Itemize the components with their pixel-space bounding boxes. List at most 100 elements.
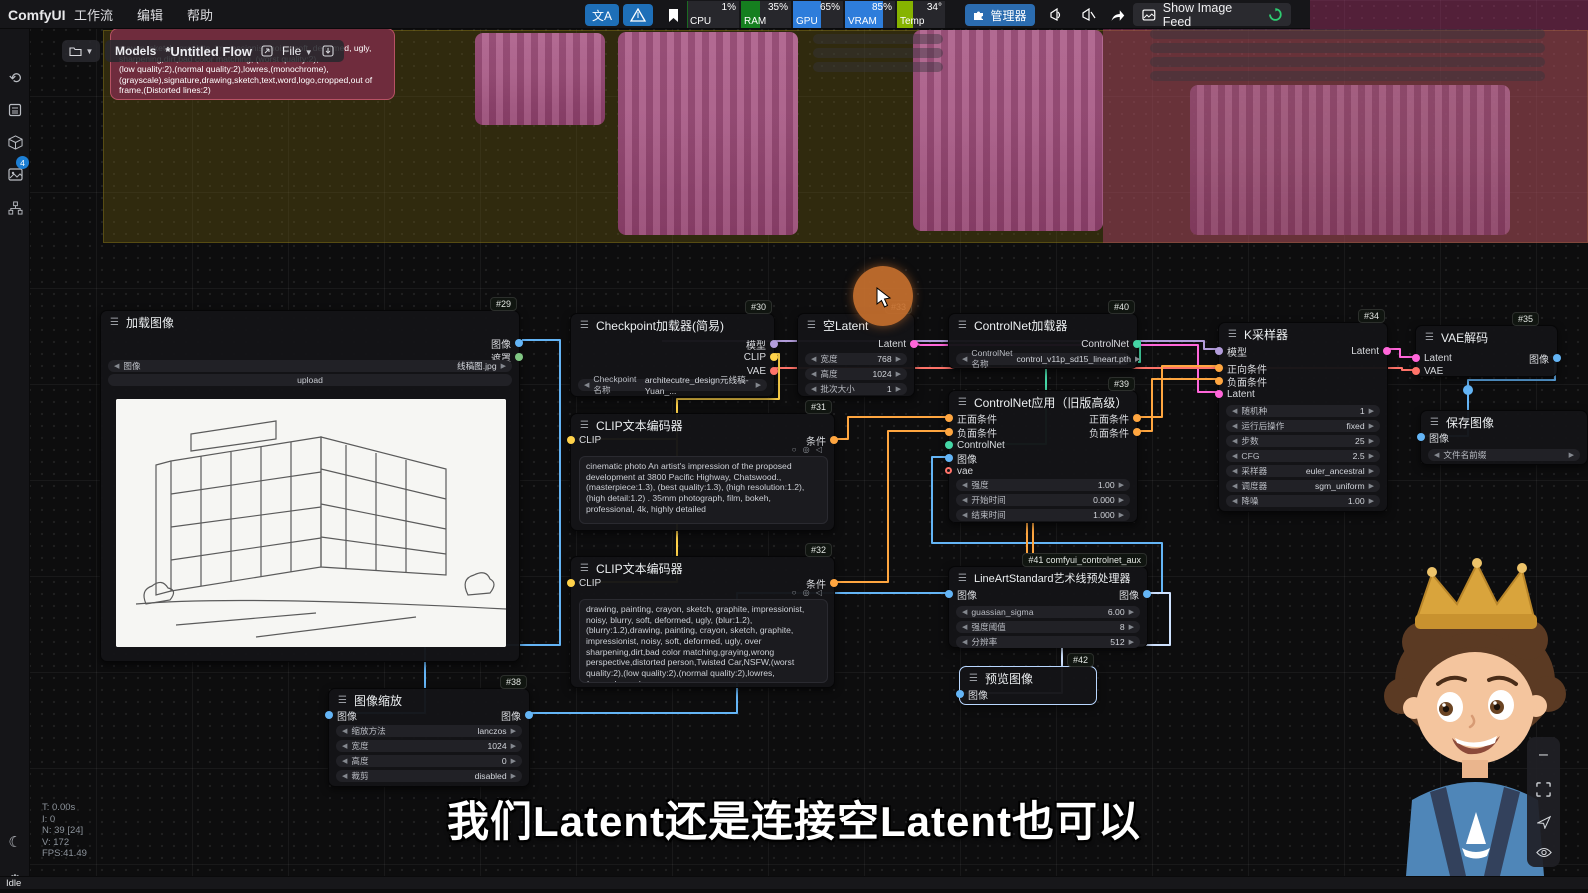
node-clip-encode-negative[interactable]: #32 ☰ CLIP文本编码器 CLIP 条件 ○ ◎ ◁ drawing, p… [570,556,835,688]
widget-开始时间[interactable]: ◀开始时间0.000▶ [956,494,1130,506]
widget-CFG[interactable]: ◀CFG2.5▶ [1226,450,1380,462]
output-negative-cond[interactable]: 负面条件 [1089,426,1129,438]
input-image[interactable]: 图像 [968,688,988,700]
prompt-textarea[interactable]: drawing, painting, crayon, sketch, graph… [579,599,828,683]
fit-view-icon[interactable] [1536,782,1551,797]
image-gallery-icon[interactable]: 4 [0,161,30,187]
toggle-links-eye-icon[interactable] [1536,847,1552,858]
widget-采样器[interactable]: ◀采样器euler_ancestral▶ [1226,465,1380,477]
input-positive-cond[interactable]: 正面条件 [957,412,997,424]
theme-moon-icon[interactable]: ☾ [0,829,30,855]
widget-宽度[interactable]: ◀宽度768▶ [805,353,907,365]
output-latent[interactable]: Latent [1351,345,1379,357]
log-icon[interactable] [0,97,30,123]
menu-help[interactable]: 帮助 [175,5,225,24]
widget-强度[interactable]: ◀强度1.00▶ [956,479,1130,491]
node-lineart-preprocessor[interactable]: #41 comfyui_controlnet_aux ☰ LineArtStan… [948,566,1148,648]
widget-图像[interactable]: ◀图像线稿图.jpg▶ [108,360,512,372]
collapse-icon[interactable]: ☰ [958,573,967,584]
history-icon[interactable]: ⟲ [0,65,30,91]
zoom-out-icon[interactable]: – [1539,746,1548,764]
manager-button[interactable]: 管理器 [965,4,1035,26]
node-controlnet-loader[interactable]: #40 ☰ ControlNet加载器 ControlNet ◀ControlN… [948,313,1138,369]
node-map-icon[interactable] [0,195,30,221]
input-vae[interactable]: VAE [1424,365,1443,377]
widget-随机种[interactable]: ◀随机种1▶ [1226,405,1380,417]
input-positive-cond[interactable]: 正向条件 [1227,362,1267,374]
widget-宽度[interactable]: ◀宽度1024▶ [336,740,522,752]
bookmark-button[interactable] [660,4,686,26]
output-latent[interactable]: Latent [878,338,906,350]
input-image[interactable]: 图像 [337,709,357,721]
workflow-name[interactable]: *Untitled Flow [165,44,252,59]
collapse-icon[interactable]: ☰ [338,695,347,706]
widget-guassian_sigma[interactable]: ◀guassian_sigma6.00▶ [956,606,1140,618]
export-icon[interactable] [261,45,273,57]
node-clip-encode-positive[interactable]: #31 ☰ CLIP文本编码器 CLIP 条件 ○ ◎ ◁ cinematic … [570,413,835,531]
collapse-icon[interactable]: ☰ [958,397,967,408]
widget-调度器[interactable]: ◀调度器sgm_uniform▶ [1226,480,1380,492]
file-menu[interactable]: File ▼ [282,44,313,58]
input-model[interactable]: 模型 [1227,345,1247,357]
menu-workflow[interactable]: 工作流 [62,5,125,24]
widget-文件名前缀[interactable]: ◀文件名前缀▶ [1428,449,1580,461]
widget-高度[interactable]: ◀高度0▶ [336,755,522,767]
prompt-textarea[interactable]: cinematic photo An artist's impression o… [579,456,828,524]
share-button[interactable] [1105,4,1129,26]
widget-Checkpoint名称[interactable]: ◀Checkpoint名称architecutre_design元线稿-Yuan… [578,379,767,391]
node-load-image[interactable]: #29 ☰ 加载图像 图像 遮罩 ◀图像线稿图.jpg▶ upload [100,310,520,662]
output-image[interactable]: 图像 [501,709,521,721]
input-latent[interactable]: Latent [1227,388,1255,400]
collapse-icon[interactable]: ☰ [1228,329,1237,340]
widget-降噪[interactable]: ◀降噪1.00▶ [1226,495,1380,507]
output-image[interactable]: 图像 [1529,352,1549,364]
model-library-icon[interactable] [0,129,30,155]
menu-edit[interactable]: 编辑 [125,5,175,24]
collapse-icon[interactable]: ☰ [110,317,119,328]
input-image[interactable]: 图像 [1429,431,1449,443]
models-menu[interactable]: Models [115,44,156,58]
widget-强度阈值[interactable]: ◀强度阈值8▶ [956,621,1140,633]
select-cursor-icon[interactable] [1537,815,1551,829]
output-model[interactable]: 模型 [746,338,766,350]
input-clip[interactable]: CLIP [579,577,601,589]
input-latent[interactable]: Latent [1424,352,1452,364]
node-image-scale[interactable]: #38 ☰ 图像缩放 图像 图像 ◀缩放方法lanczos▶◀宽度1024▶◀高… [328,688,530,787]
collapse-icon[interactable]: ☰ [580,320,589,331]
widget-步数[interactable]: ◀步数25▶ [1226,435,1380,447]
input-controlnet[interactable]: ControlNet [957,439,1005,451]
output-controlnet[interactable]: ControlNet [1081,338,1129,350]
widget-运行后操作[interactable]: ◀运行后操作fixed▶ [1226,420,1380,432]
input-image[interactable]: 图像 [957,588,977,600]
save-icon[interactable] [322,45,334,57]
node-checkpoint-loader[interactable]: #30 ☰ Checkpoint加载器(简易) 模型 CLIP VAE ◀Che… [570,313,775,397]
horn-muted-button[interactable] [1075,4,1101,26]
node-preview-image[interactable]: #42 ☰ 预览图像 图像 [959,666,1097,705]
translate-button[interactable]: 文A [585,4,619,26]
node-empty-latent[interactable]: #33 ☰ 空Latent Latent ◀宽度768▶◀高度1024▶◀批次大… [797,313,915,397]
widget-分辨率[interactable]: ◀分辨率512▶ [956,636,1140,648]
output-positive-cond[interactable]: 正面条件 [1089,412,1129,424]
output-image[interactable]: 图像 [491,337,511,349]
collapse-icon[interactable]: ☰ [580,563,589,574]
show-image-feed-button[interactable]: Show Image Feed [1133,3,1291,26]
prompt-tool-icons[interactable]: ○ ◎ ◁ [792,445,824,454]
widget-缩放方法[interactable]: ◀缩放方法lanczos▶ [336,725,522,737]
input-negative-cond[interactable]: 负面条件 [957,426,997,438]
input-clip[interactable]: CLIP [579,434,601,446]
prompt-tool-icons[interactable]: ○ ◎ ◁ [792,588,824,597]
collapse-icon[interactable]: ☰ [958,320,967,331]
logo-triangle-button[interactable] [623,4,653,26]
horn-button[interactable] [1043,4,1069,26]
node-vae-decode[interactable]: #35 ☰ VAE解码 Latent VAE 图像 [1415,325,1558,377]
upload-button[interactable]: upload [108,374,512,386]
widget-ControlNet名称[interactable]: ◀ControlNet名称control_v11p_sd15_lineart.p… [956,353,1130,365]
collapse-icon[interactable]: ☰ [1430,417,1439,428]
collapse-icon[interactable]: ☰ [807,320,816,331]
widget-结束时间[interactable]: ◀结束时间1.000▶ [956,509,1130,521]
output-image[interactable]: 图像 [1119,588,1139,600]
collapse-icon[interactable]: ☰ [1425,332,1434,343]
app-logo[interactable]: ComfyUI [8,7,66,23]
highlighted-prompt-node[interactable]: crayon, sketch, graphite, impressionist,… [110,28,395,100]
node-ksampler[interactable]: #34 ☰ K采样器 模型 正向条件 负面条件 Latent Latent ◀随… [1218,322,1388,512]
